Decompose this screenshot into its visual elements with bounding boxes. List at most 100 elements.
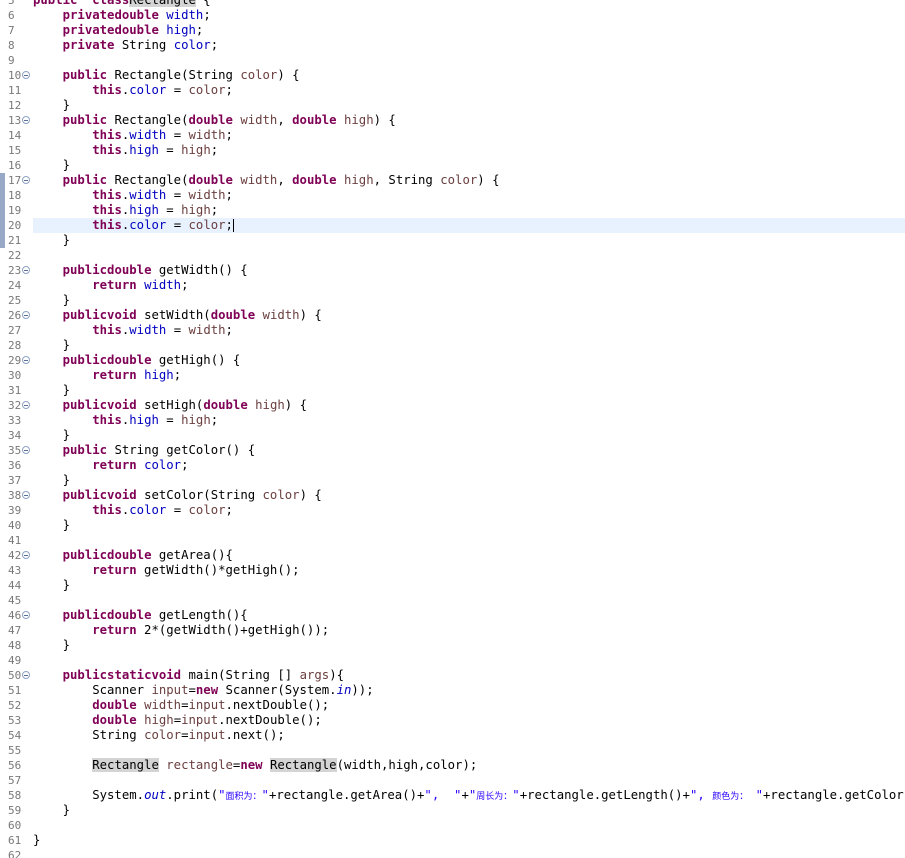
code-line[interactable]: 17 public Rectangle(double width, double…	[0, 173, 905, 188]
code-text[interactable]: publicdouble getArea(){	[33, 548, 905, 563]
code-text[interactable]: }	[33, 98, 905, 113]
code-line[interactable]: 8 private String color;	[0, 38, 905, 53]
code-line[interactable]: 12 }	[0, 98, 905, 113]
code-line[interactable]: 5 public classRectangle {	[0, 0, 905, 8]
code-text[interactable]: privatedouble width;	[33, 8, 905, 23]
code-text[interactable]: privatedouble high;	[33, 23, 905, 38]
code-line[interactable]: 38 publicvoid setColor(String color) {	[0, 488, 905, 503]
code-text[interactable]: Rectangle rectangle=new Rectangle(width,…	[33, 758, 905, 773]
code-line[interactable]: 20 this.color = color;	[0, 218, 905, 233]
code-text[interactable]: double high=input.nextDouble();	[33, 713, 905, 728]
code-text[interactable]: return width;	[33, 278, 905, 293]
code-line[interactable]: 52 double width=input.nextDouble();	[0, 698, 905, 713]
code-text[interactable]: }	[33, 338, 905, 353]
code-text[interactable]: public Rectangle(double width, double hi…	[33, 173, 905, 188]
code-text[interactable]	[33, 53, 905, 68]
code-line[interactable]: 45	[0, 593, 905, 608]
code-line[interactable]: 16 }	[0, 158, 905, 173]
code-line[interactable]: 59 }	[0, 803, 905, 818]
code-text[interactable]: return 2*(getWidth()+getHigh());	[33, 623, 905, 638]
code-line[interactable]: 15 this.high = high;	[0, 143, 905, 158]
code-line[interactable]: 18 this.width = width;	[0, 188, 905, 203]
code-text[interactable]	[33, 848, 905, 858]
code-line[interactable]: 46 publicdouble getLength(){	[0, 608, 905, 623]
code-text[interactable]	[33, 533, 905, 548]
code-text[interactable]: }	[33, 518, 905, 533]
code-text[interactable]	[33, 653, 905, 668]
code-text[interactable]: this.color = color;	[33, 83, 905, 98]
fold-toggle-icon[interactable]	[22, 356, 30, 364]
code-text[interactable]: publicvoid setWidth(double width) {	[33, 308, 905, 323]
code-line[interactable]: 41	[0, 533, 905, 548]
code-line[interactable]: 37 }	[0, 473, 905, 488]
code-editor[interactable]: 5 public classRectangle {6 privatedouble …	[0, 0, 905, 858]
code-text[interactable]: }	[33, 428, 905, 443]
code-text[interactable]: this.high = high;	[33, 143, 905, 158]
code-line[interactable]: 62	[0, 848, 905, 858]
fold-toggle-icon[interactable]	[22, 611, 30, 619]
code-line[interactable]: 47 return 2*(getWidth()+getHigh());	[0, 623, 905, 638]
code-line[interactable]: 29 publicdouble getHigh() {	[0, 353, 905, 368]
fold-toggle-icon[interactable]	[22, 266, 30, 274]
code-line[interactable]: 19 this.high = high;	[0, 203, 905, 218]
code-line[interactable]: 40 }	[0, 518, 905, 533]
fold-toggle-icon[interactable]	[22, 311, 30, 319]
code-line[interactable]: 43 return getWidth()*getHigh();	[0, 563, 905, 578]
code-line[interactable]: 57	[0, 773, 905, 788]
code-line[interactable]: 58 System.out.print("面积为："+rectangle.get…	[0, 788, 905, 803]
code-line[interactable]: 10 public Rectangle(String color) {	[0, 68, 905, 83]
code-text[interactable]: this.color = color;	[33, 503, 905, 518]
code-line[interactable]: 21 }	[0, 233, 905, 248]
code-line[interactable]: 55	[0, 743, 905, 758]
code-line[interactable]: 28 }	[0, 338, 905, 353]
code-text[interactable]: }	[33, 158, 905, 173]
fold-toggle-icon[interactable]	[22, 116, 30, 124]
code-line[interactable]: 48 }	[0, 638, 905, 653]
code-line[interactable]: 6 privatedouble width;	[0, 8, 905, 23]
code-text[interactable]: publicvoid setColor(String color) {	[33, 488, 905, 503]
code-line[interactable]: 44 }	[0, 578, 905, 593]
code-text[interactable]: publicdouble getLength(){	[33, 608, 905, 623]
code-text[interactable]: }	[33, 233, 905, 248]
code-line[interactable]: 61}	[0, 833, 905, 848]
code-text[interactable]: Scanner input=new Scanner(System.in));	[33, 683, 905, 698]
code-text[interactable]: public classRectangle {	[33, 0, 905, 8]
code-line[interactable]: 7 privatedouble high;	[0, 23, 905, 38]
code-text[interactable]: }	[33, 293, 905, 308]
fold-toggle-icon[interactable]	[22, 446, 30, 454]
code-text[interactable]: publicstaticvoid main(String [] args){	[33, 668, 905, 683]
code-line[interactable]: 22	[0, 248, 905, 263]
fold-toggle-icon[interactable]	[22, 551, 30, 559]
code-text[interactable]: publicvoid setHigh(double high) {	[33, 398, 905, 413]
code-line[interactable]: 54 String color=input.next();	[0, 728, 905, 743]
fold-toggle-icon[interactable]	[22, 401, 30, 409]
code-line[interactable]: 34 }	[0, 428, 905, 443]
code-text[interactable]	[33, 593, 905, 608]
code-line[interactable]: 49	[0, 653, 905, 668]
code-line[interactable]: 9	[0, 53, 905, 68]
code-line[interactable]: 42 publicdouble getArea(){	[0, 548, 905, 563]
code-text[interactable]	[33, 773, 905, 788]
code-line[interactable]: 30 return high;	[0, 368, 905, 383]
code-line[interactable]: 26 publicvoid setWidth(double width) {	[0, 308, 905, 323]
code-text[interactable]: }	[33, 833, 905, 848]
code-line[interactable]: 33 this.high = high;	[0, 413, 905, 428]
fold-toggle-icon[interactable]	[22, 671, 30, 679]
code-text[interactable]: this.high = high;	[33, 413, 905, 428]
code-line[interactable]: 31 }	[0, 383, 905, 398]
code-text[interactable]: return getWidth()*getHigh();	[33, 563, 905, 578]
code-text[interactable]: System.out.print("面积为："+rectangle.getAre…	[33, 788, 905, 803]
code-line[interactable]: 51 Scanner input=new Scanner(System.in))…	[0, 683, 905, 698]
code-line[interactable]: 36 return color;	[0, 458, 905, 473]
code-text[interactable]: public String getColor() {	[33, 443, 905, 458]
code-text[interactable]: return high;	[33, 368, 905, 383]
code-text[interactable]: public Rectangle(String color) {	[33, 68, 905, 83]
code-text[interactable]: private String color;	[33, 38, 905, 53]
code-line[interactable]: 11 this.color = color;	[0, 83, 905, 98]
fold-toggle-icon[interactable]	[22, 176, 30, 184]
code-text[interactable]	[33, 743, 905, 758]
code-text[interactable]: publicdouble getWidth() {	[33, 263, 905, 278]
code-line[interactable]: 35 public String getColor() {	[0, 443, 905, 458]
code-line[interactable]: 13 public Rectangle(double width, double…	[0, 113, 905, 128]
code-line[interactable]: 25 }	[0, 293, 905, 308]
